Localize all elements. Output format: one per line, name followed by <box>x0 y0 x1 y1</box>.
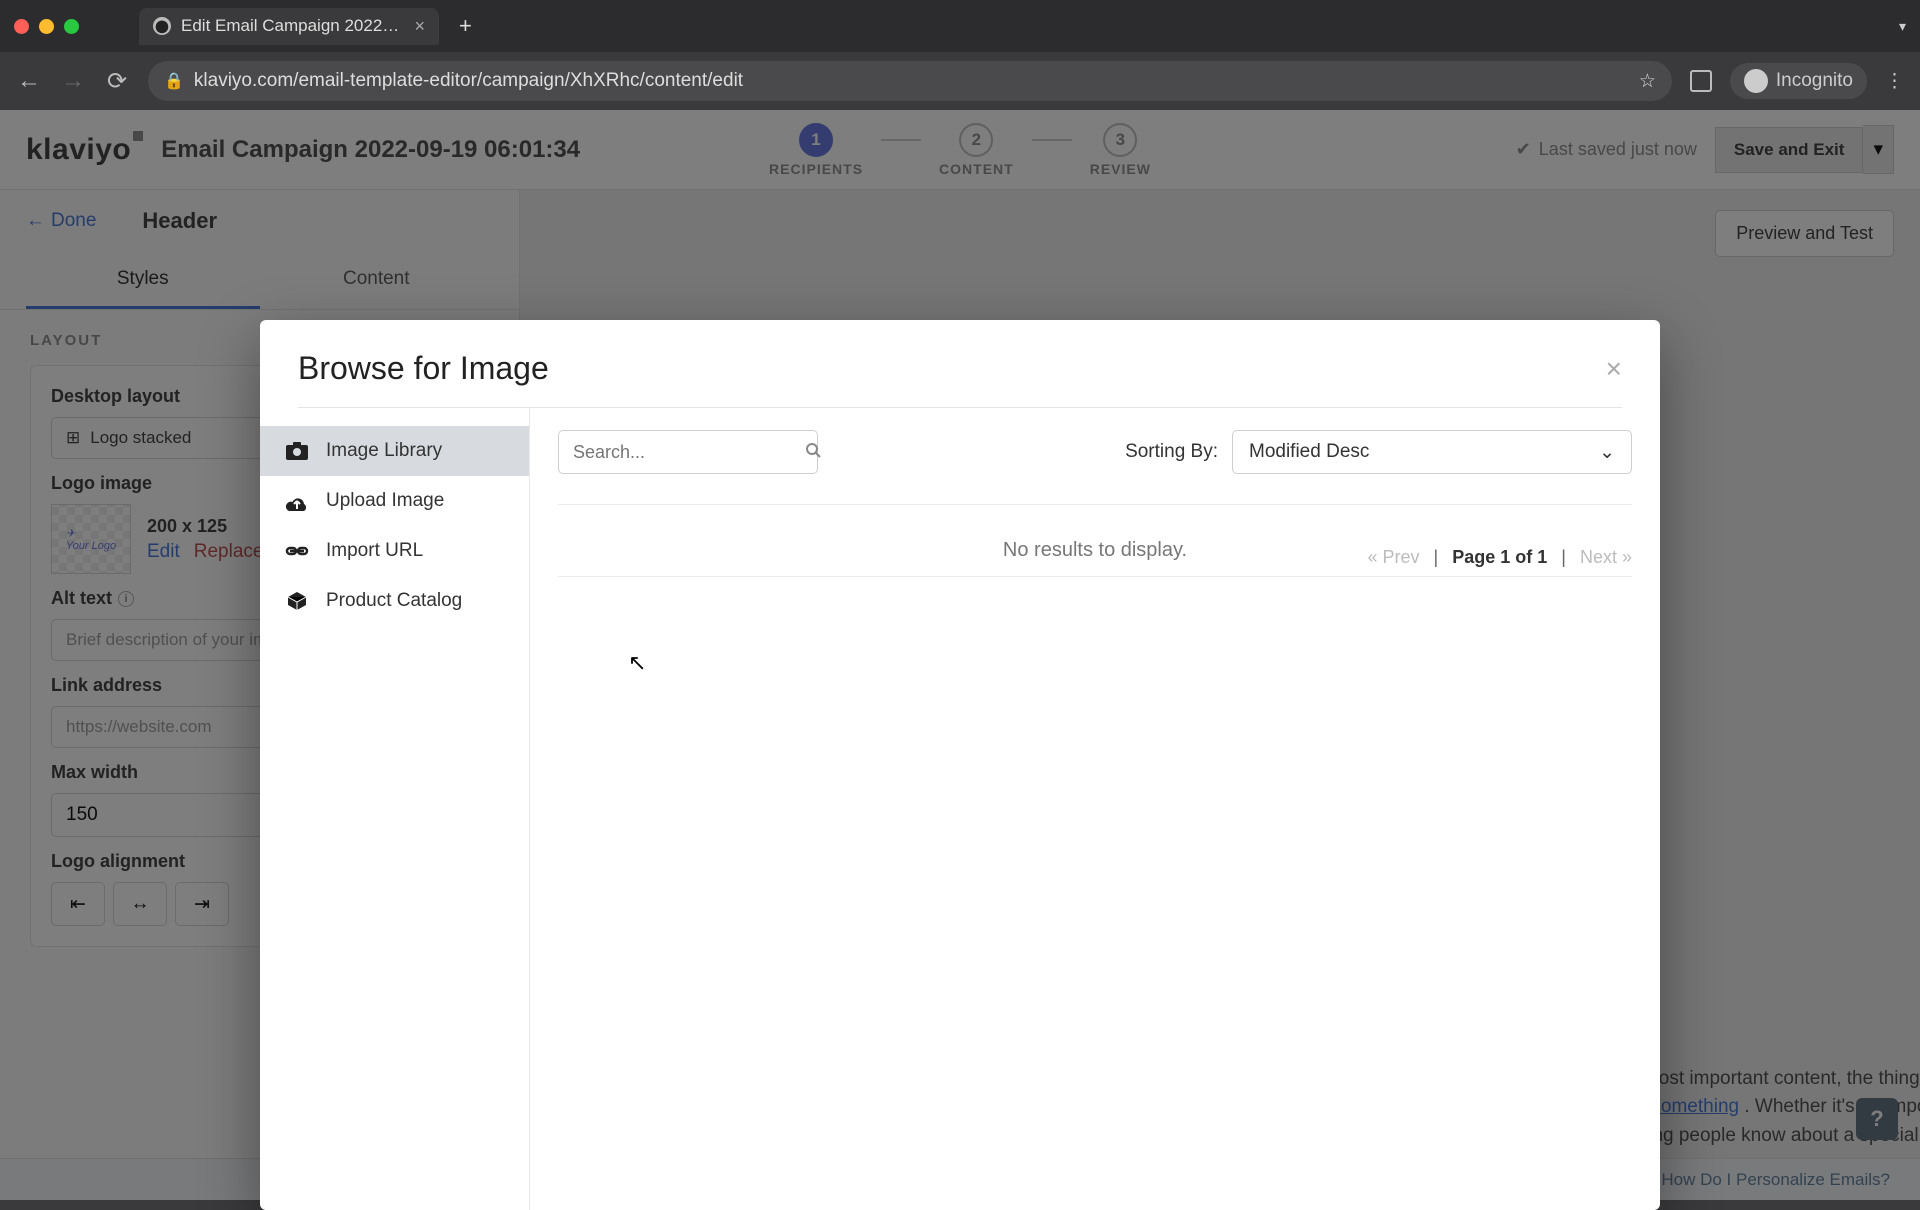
source-label: Upload Image <box>326 490 444 512</box>
close-window-icon[interactable] <box>14 19 29 34</box>
link-icon <box>284 540 310 562</box>
source-label: Image Library <box>326 440 442 462</box>
next-page-link[interactable]: Next » <box>1580 547 1632 568</box>
divider <box>558 576 1632 577</box>
reload-icon[interactable]: ⟳ <box>104 67 130 96</box>
pager-separator: | <box>1561 547 1566 568</box>
incognito-badge[interactable]: Incognito <box>1730 63 1867 99</box>
cursor-icon: ↖ <box>628 650 646 676</box>
pager-separator: | <box>1434 547 1439 568</box>
lock-icon: 🔒 <box>164 71 184 91</box>
extensions-icon[interactable] <box>1690 70 1712 92</box>
sort-value: Modified Desc <box>1249 441 1369 463</box>
camera-icon <box>284 440 310 462</box>
address-bar[interactable]: 🔒 klaviyo.com/email-template-editor/camp… <box>148 61 1672 101</box>
page-indicator: Page 1 of 1 <box>1452 547 1547 568</box>
back-icon[interactable]: ← <box>16 67 42 95</box>
new-tab-button[interactable]: + <box>459 13 472 39</box>
browser-toolbar: ← → ⟳ 🔒 klaviyo.com/email-template-edito… <box>0 52 1920 110</box>
menu-kebab-icon[interactable]: ⋮ <box>1885 70 1904 93</box>
minimize-window-icon[interactable] <box>39 19 54 34</box>
bookmark-star-icon[interactable]: ☆ <box>1639 70 1656 93</box>
source-upload-image[interactable]: Upload Image <box>260 476 529 526</box>
modal-title: Browse for Image <box>298 350 549 387</box>
source-label: Product Catalog <box>326 590 462 612</box>
sort-select[interactable]: Modified Desc ⌄ <box>1232 430 1632 474</box>
browse-image-modal: Browse for Image × Image Library Upload … <box>260 320 1660 1210</box>
chevron-down-icon: ⌄ <box>1599 441 1615 464</box>
browser-tab[interactable]: ⬤ Edit Email Campaign 2022-09 × <box>139 8 439 45</box>
sort-label: Sorting By: <box>1125 441 1218 463</box>
forward-icon[interactable]: → <box>60 67 86 95</box>
source-product-catalog[interactable]: Product Catalog <box>260 576 529 626</box>
url-text: klaviyo.com/email-template-editor/campai… <box>194 70 743 92</box>
source-label: Import URL <box>326 540 423 562</box>
box-icon <box>284 590 310 612</box>
maximize-window-icon[interactable] <box>64 19 79 34</box>
source-image-library[interactable]: Image Library <box>260 426 529 476</box>
window-controls <box>14 19 79 34</box>
incognito-label: Incognito <box>1776 70 1853 92</box>
browser-tab-strip: ⬤ Edit Email Campaign 2022-09 × + ▾ <box>0 0 1920 52</box>
search-input[interactable] <box>573 442 805 463</box>
cloud-upload-icon <box>284 490 310 512</box>
close-tab-icon[interactable]: × <box>414 16 425 37</box>
search-icon[interactable] <box>805 442 821 463</box>
app-root: klaviyo Email Campaign 2022-09-19 06:01:… <box>0 110 1920 1200</box>
modal-main: Sorting By: Modified Desc ⌄ No results t… <box>530 408 1660 1210</box>
incognito-icon <box>1744 69 1768 93</box>
tab-title: Edit Email Campaign 2022-09 <box>181 16 404 36</box>
search-input-wrapper[interactable] <box>558 430 818 474</box>
tab-list-chevron-icon[interactable]: ▾ <box>1899 18 1906 35</box>
prev-page-link[interactable]: « Prev <box>1368 547 1420 568</box>
source-import-url[interactable]: Import URL <box>260 526 529 576</box>
tab-favicon-icon: ⬤ <box>153 17 171 35</box>
modal-source-list: Image Library Upload Image Import URL <box>260 408 530 1210</box>
close-icon[interactable]: × <box>1606 353 1622 385</box>
